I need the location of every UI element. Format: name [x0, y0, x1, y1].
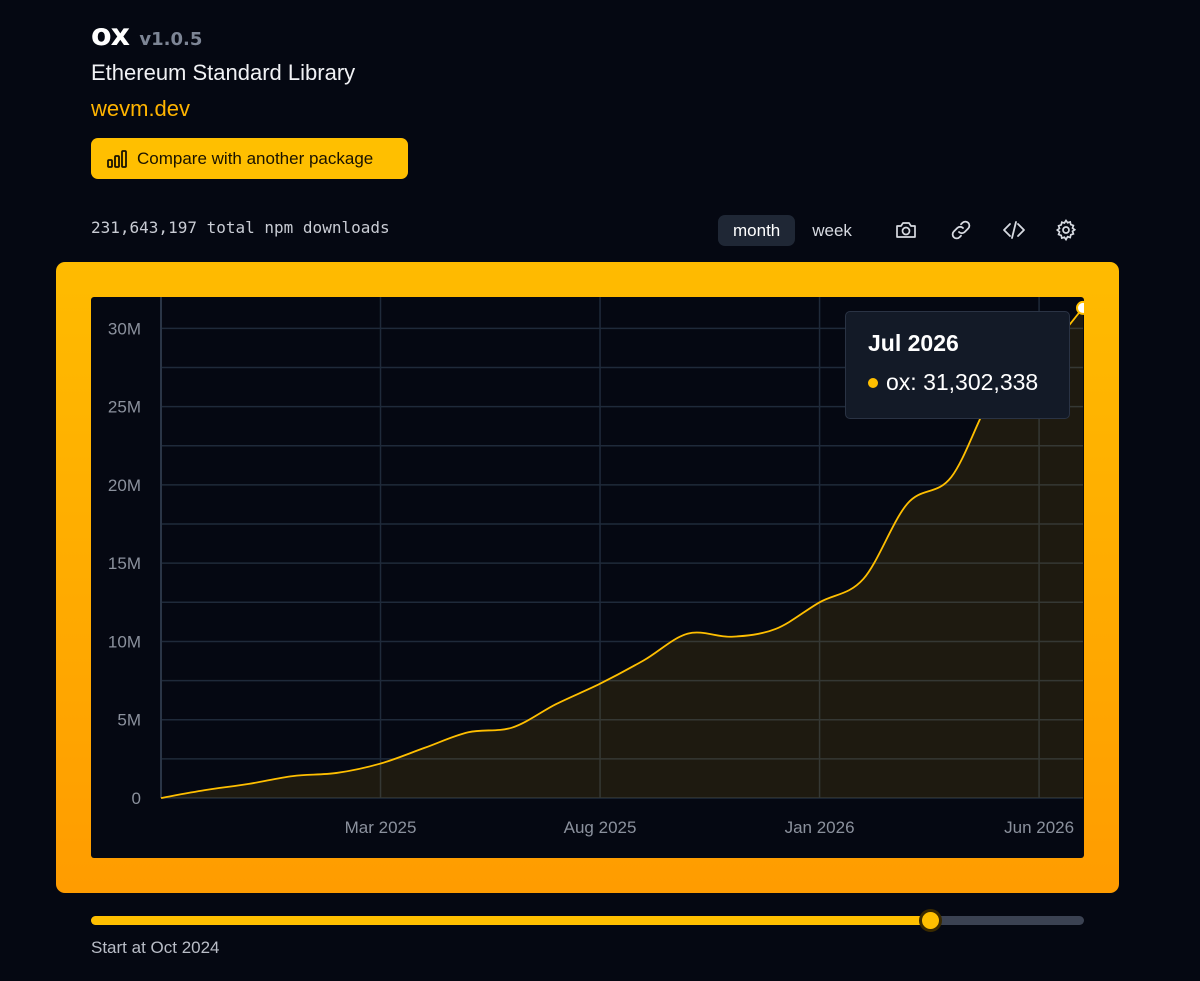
data-point [817, 599, 823, 605]
data-point [290, 773, 296, 779]
x-tick-label: Jun 2026 [1004, 818, 1074, 837]
x-tick-label: Aug 2025 [564, 818, 637, 837]
data-point [860, 576, 866, 582]
package-homepage-link[interactable]: wevm.dev [91, 96, 190, 122]
bar-chart-icon [107, 149, 127, 168]
data-point [553, 701, 559, 707]
y-tick-label: 5M [117, 711, 141, 730]
package-name: ox [91, 18, 130, 53]
package-header: ox v1.0.5 [91, 18, 202, 53]
data-point [904, 501, 910, 507]
package-description: Ethereum Standard Library [91, 60, 356, 85]
code-icon[interactable] [1002, 218, 1026, 242]
data-point [158, 795, 164, 801]
camera-icon[interactable] [894, 218, 918, 242]
tooltip-row: ox: 31,302,338 [868, 369, 1047, 396]
data-point [202, 787, 208, 793]
slider-thumb[interactable] [918, 909, 942, 932]
tooltip-separator: : [910, 369, 924, 395]
y-tick-label: 25M [108, 398, 141, 417]
hovered-data-point [1076, 300, 1084, 315]
gear-icon[interactable] [1054, 218, 1078, 242]
chart-tooltip: Jul 2026 ox: 31,302,338 [845, 311, 1070, 419]
data-point [597, 681, 603, 687]
tooltip-value: 31,302,338 [923, 369, 1039, 395]
data-point [729, 634, 735, 640]
data-point [246, 781, 252, 787]
data-point [509, 725, 515, 731]
data-point [378, 761, 384, 767]
period-option-week[interactable]: week [797, 215, 867, 246]
y-tick-label: 0 [132, 789, 141, 808]
data-point [948, 474, 954, 480]
tooltip-date: Jul 2026 [868, 330, 959, 356]
period-toggle: month week [718, 215, 867, 246]
data-point [773, 626, 779, 632]
y-tick-label: 20M [108, 476, 141, 495]
y-tick-label: 15M [108, 554, 141, 573]
compare-button-label: Compare with another package [137, 148, 374, 168]
series-color-dot [868, 377, 878, 388]
data-point [334, 770, 340, 776]
data-point [465, 729, 471, 735]
data-point [641, 657, 647, 663]
tooltip-series: ox [886, 369, 911, 395]
data-point [685, 631, 691, 637]
package-version: v1.0.5 [139, 29, 203, 50]
period-option-month[interactable]: month [718, 215, 796, 246]
slider-label: Start at Oct 2024 [91, 938, 220, 957]
x-tick-label: Jan 2026 [785, 818, 855, 837]
link-icon[interactable] [949, 218, 973, 242]
compare-package-button[interactable]: Compare with another package [91, 138, 408, 179]
total-downloads: 231,643,197 total npm downloads [91, 218, 390, 237]
y-tick-label: 30M [108, 319, 141, 338]
x-tick-label: Mar 2025 [345, 818, 417, 837]
start-date-slider[interactable] [91, 907, 1084, 935]
data-point [421, 745, 427, 751]
y-tick-label: 10M [108, 632, 141, 651]
slider-fill [91, 916, 931, 925]
